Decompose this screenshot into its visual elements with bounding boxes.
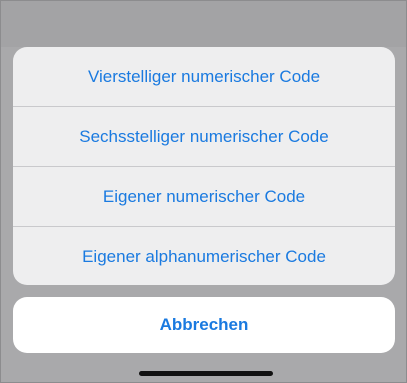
option-label: Eigener numerischer Code [102, 186, 306, 206]
passcode-options-sheet: Vierstelliger numerischer Code Sechsstel… [13, 47, 395, 285]
option-four-digit-numeric-code[interactable]: Vierstelliger numerischer Code [13, 47, 395, 107]
option-six-digit-numeric-code[interactable]: Sechsstelliger numerischer Code [13, 107, 395, 167]
cancel-button[interactable]: Abbrechen [13, 297, 395, 353]
option-label: Eigener alphanumerischer Code [82, 246, 326, 266]
cancel-label: Abbrechen [159, 315, 249, 334]
option-label: Sechsstelliger numerischer Code [79, 126, 329, 146]
home-indicator[interactable] [139, 371, 273, 376]
option-label: Vierstelliger numerischer Code [87, 66, 321, 86]
option-custom-alphanumeric-code[interactable]: Eigener alphanumerischer Code [13, 227, 395, 285]
dimmed-background[interactable] [1, 1, 406, 47]
option-custom-numeric-code[interactable]: Eigener numerischer Code [13, 167, 395, 227]
